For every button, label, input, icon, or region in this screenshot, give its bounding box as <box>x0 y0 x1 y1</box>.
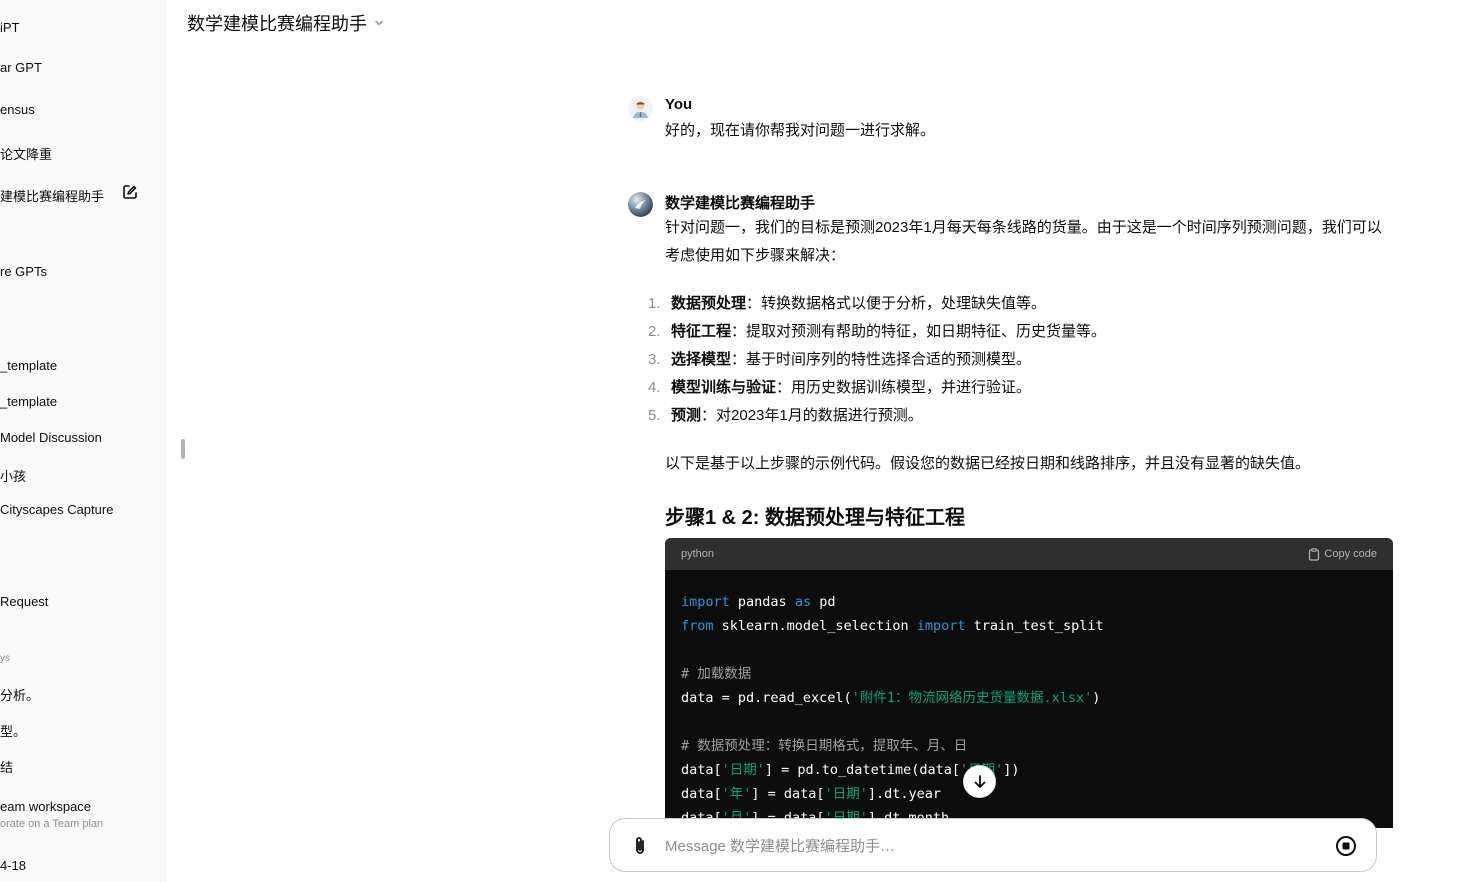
list-item: 5. 预测：对2023年1月的数据进行预测。 <box>648 407 923 424</box>
scroll-to-bottom-button[interactable] <box>963 765 996 798</box>
chat-title: Model Discussion <box>0 430 102 445</box>
code-line: import pandas as pd <box>681 594 836 610</box>
chat-title: 小孩 <box>0 469 27 484</box>
code-comment: # 加载数据 <box>681 666 752 682</box>
user-avatar <box>628 96 653 121</box>
paperclip-icon[interactable] <box>630 835 650 857</box>
message-author: You <box>665 96 693 113</box>
message-composer <box>609 818 1377 872</box>
copy-code-label: Copy code <box>1324 548 1377 560</box>
code-line: from sklearn.model_selection import trai… <box>681 618 1104 634</box>
sidebar-item-label: re GPTs <box>0 264 47 279</box>
model-selector[interactable]: 数学建模比赛编程助手 <box>187 10 385 36</box>
list-item: 3. 选择模型：基于时间序列的特性选择合适的预测模型。 <box>648 351 1032 368</box>
list-item: 2. 特征工程：提取对预测有帮助的特征，如日期特征、历史货量等。 <box>648 323 1107 340</box>
code-line: data = pd.read_excel('附件1：物流网络历史货量数据.xls… <box>681 690 1101 706</box>
chat-title: _template <box>0 394 58 409</box>
list-item: 1. 数据预处理：转换数据格式以便于分析，处理缺失值等。 <box>648 295 1047 312</box>
assistant-intro: 针对问题一，我们的目标是预测2023年1月每天每条线路的货量。由于这是一个时间序… <box>665 219 1382 264</box>
chat-title: Request <box>0 594 49 609</box>
user-name: 4-18 <box>0 858 27 873</box>
chevron-down-icon <box>375 20 383 26</box>
copy-code-button[interactable]: Copy code <box>1308 547 1377 561</box>
sidebar-item-label: 建模比赛编程助手 <box>0 189 105 204</box>
code-line: data['年'] = data['日期'].dt.year <box>681 786 941 802</box>
code-content: import pandas as pd from sklearn.model_s… <box>665 570 1393 828</box>
chat-title: _template <box>0 358 58 373</box>
steps-list: 1. 数据预处理：转换数据格式以便于分析，处理缺失值等。 2. 特征工程：提取对预测… <box>648 290 1106 430</box>
message-input[interactable] <box>665 835 1305 857</box>
sidebar-toggle-handle[interactable] <box>181 439 185 459</box>
chat-title: 分析。 <box>0 688 40 703</box>
code-comment: # 数据预处理：转换日期格式，提取年、月、日 <box>681 738 968 754</box>
list-item: 4. 模型训练与验证：用历史数据训练模型，并进行验证。 <box>648 379 1032 396</box>
team-workspace-title: eam workspace <box>0 799 92 814</box>
arrow-down-icon <box>974 774 985 788</box>
chat-title: Cityscapes Capture <box>0 502 114 517</box>
page-title: 数学建模比赛编程助手 <box>187 14 367 34</box>
user-message-text: 好的，现在请你帮我对问题一进行求解。 <box>665 122 936 139</box>
code-language: python <box>681 548 715 560</box>
new-chat-icon[interactable] <box>122 184 138 200</box>
team-workspace-subtitle: orate on a Team plan <box>0 818 104 830</box>
chat-title: 型。 <box>0 724 27 739</box>
code-block-header: python Copy code <box>665 538 1393 570</box>
section-heading: 步骤1 & 2: 数据预处理与特征工程 <box>665 507 966 529</box>
chat-title: 结 <box>0 760 14 775</box>
message-author: 数学建模比赛编程助手 <box>665 195 816 212</box>
sidebar-item-label: iPT <box>0 20 20 35</box>
sidebar-section-label: ys <box>0 653 10 664</box>
sidebar-item-label: ensus <box>0 102 35 117</box>
clipboard-icon <box>1309 547 1320 561</box>
code-block: python Copy code import pandas as pd fro… <box>665 538 1393 828</box>
gpt-avatar <box>628 192 653 217</box>
sidebar-item-label: 论文降重 <box>0 147 53 162</box>
assistant-paragraph: 以下是基于以上步骤的示例代码。假设您的数据已经按日期和线路排序，并且没有显著的缺… <box>665 455 1311 472</box>
sidebar: iPT ar GPT ensus 论文降重 建模比赛编程助手 re GPTs _… <box>0 0 167 882</box>
sidebar-item-label: ar GPT <box>0 60 42 75</box>
stop-generating-icon[interactable] <box>1335 835 1357 857</box>
